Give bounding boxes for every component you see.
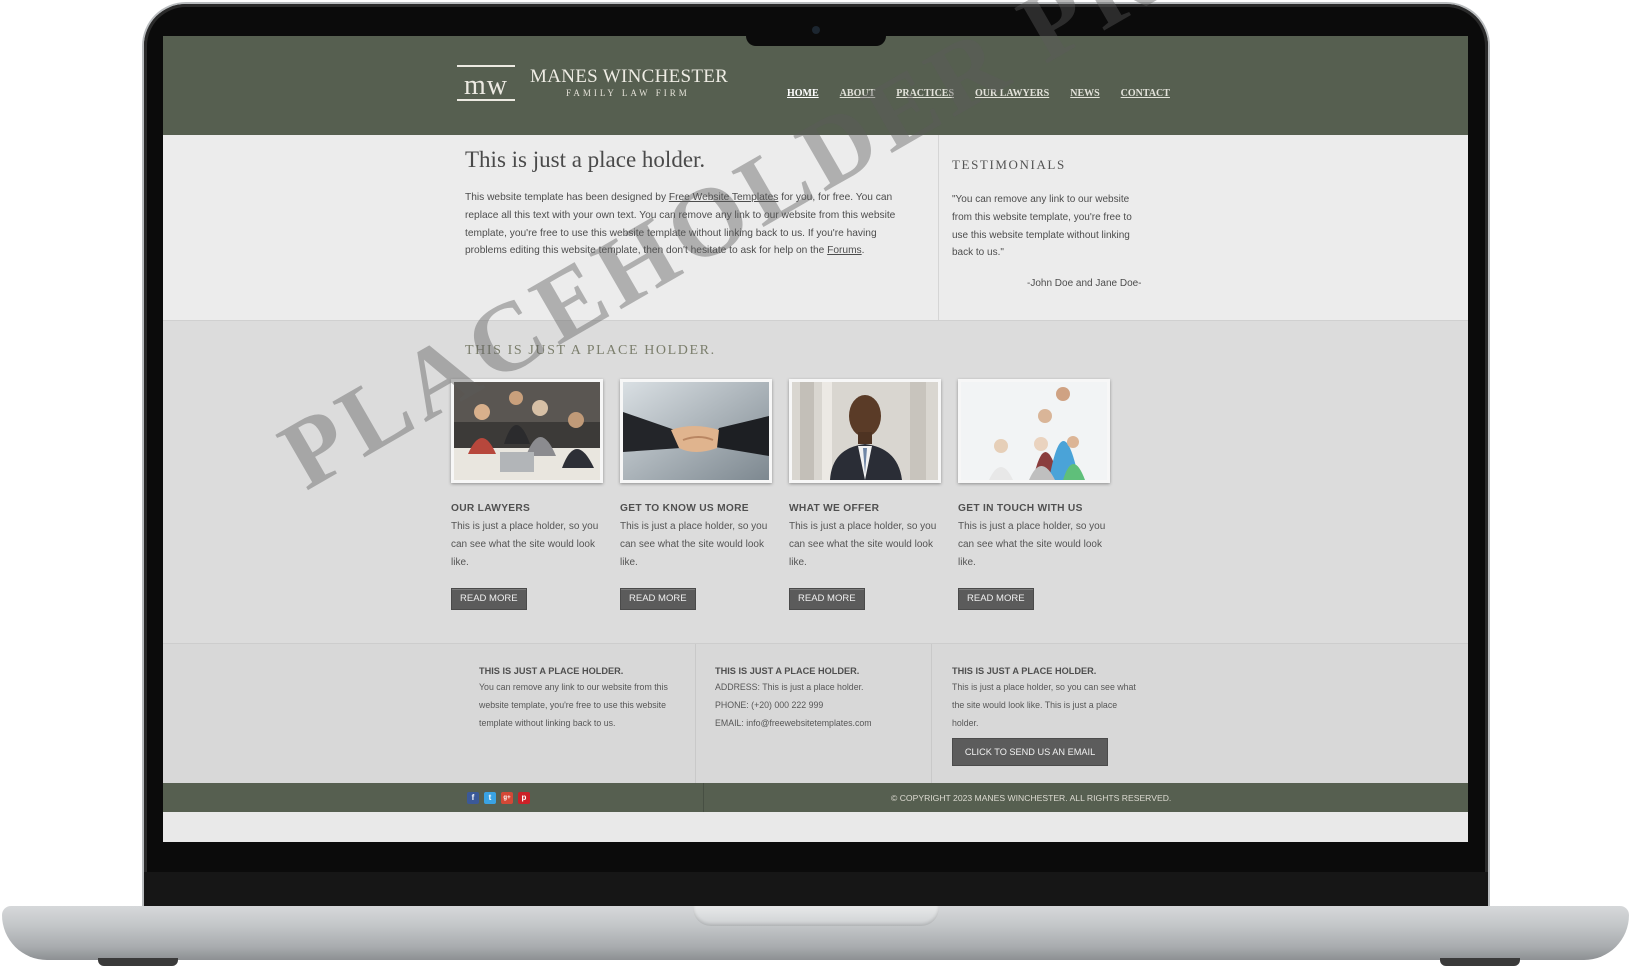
footer-divider xyxy=(703,783,704,812)
nav-about[interactable]: ABOUT xyxy=(840,88,876,99)
pinterest-icon[interactable]: p xyxy=(518,792,530,804)
address-text: ADDRESS: This is just a place holder. xyxy=(715,682,864,692)
intro-title: This is just a place holder. xyxy=(465,147,706,172)
intro-column: This is just a place holder. This websit… xyxy=(465,147,905,260)
lawyer-portrait-photo[interactable] xyxy=(789,379,941,483)
feature-card-get-to-know-us: GET TO KNOW US MORE This is just a place… xyxy=(620,379,772,611)
forums-link[interactable]: Forums xyxy=(827,245,862,256)
card-text: This is just a place holder, so you can … xyxy=(620,521,768,568)
intro-text-part-3: . xyxy=(861,245,865,257)
features-section: THIS IS JUST A PLACE HOLDER. OUR LAWYERS… xyxy=(163,320,1468,644)
laptop-foot-left xyxy=(98,958,178,966)
nav-contact[interactable]: CONTACT xyxy=(1121,88,1170,99)
intro-divider xyxy=(938,135,939,320)
features-heading: THIS IS JUST A PLACE HOLDER. xyxy=(465,343,716,358)
laptop-foot-right xyxy=(1440,958,1520,966)
email-text[interactable]: EMAIL: info@freewebsitetemplates.com xyxy=(715,715,915,733)
phone-text: PHONE: (+20) 000 222 999 xyxy=(715,699,824,710)
read-more-button[interactable]: READ MORE xyxy=(789,588,865,611)
lid-opening-notch xyxy=(693,906,939,926)
testimonials-heading: TESTIMONIALS xyxy=(952,157,1066,172)
nav-practices[interactable]: PRACTICES xyxy=(896,88,954,99)
footer-column-text: You can remove any link to our website f… xyxy=(479,682,668,728)
footer-column-text: This is just a place holder, so you can … xyxy=(952,682,1136,728)
site-footer: f t g+ p © COPYRIGHT 2023 MANES WINCHEST… xyxy=(163,783,1468,812)
footer-column-title: THIS IS JUST A PLACE HOLDER. xyxy=(952,666,1097,676)
card-title: WHAT WE OFFER xyxy=(789,503,880,514)
testimonial-quote: "You can remove any link to our website … xyxy=(952,194,1132,259)
family-photo[interactable] xyxy=(958,379,1110,483)
read-more-button[interactable]: READ MORE xyxy=(958,588,1034,611)
intro-text: This website template has been designed … xyxy=(465,189,905,260)
footer-column-title: THIS IS JUST A PLACE HOLDER. xyxy=(715,666,860,676)
footer-column-title: THIS IS JUST A PLACE HOLDER. xyxy=(479,666,624,676)
free-website-templates-link[interactable]: Free Website Templates xyxy=(669,192,778,203)
card-title: OUR LAWYERS xyxy=(451,503,531,514)
intro-section: This is just a place holder. This websit… xyxy=(163,135,1468,320)
nav-our-lawyers[interactable]: OUR LAWYERS xyxy=(975,88,1049,99)
intro-text-part-1: This website template has been designed … xyxy=(465,192,669,203)
footer-column-about: THIS IS JUST A PLACE HOLDER. You can rem… xyxy=(479,666,679,732)
testimonial-author: -John Doe and Jane Doe- xyxy=(1027,278,1142,290)
screen-bezel xyxy=(144,872,1488,908)
footer-divider xyxy=(931,644,932,794)
card-text: This is just a place holder, so you can … xyxy=(789,521,937,568)
svg-text:mw: mw xyxy=(464,70,508,101)
main-nav: HOME ABOUT PRACTICES OUR LAWYERS NEWS CO… xyxy=(787,88,1170,99)
laptop-screen: mw MANES WINCHESTER FAMILY LAW FIRM HOME… xyxy=(163,36,1468,842)
webcam-icon xyxy=(812,26,820,34)
brand-tagline: FAMILY LAW FIRM xyxy=(566,88,690,98)
send-email-button[interactable]: CLICK TO SEND US AN EMAIL xyxy=(952,738,1108,766)
twitter-icon[interactable]: t xyxy=(484,792,496,804)
card-text: This is just a place holder, so you can … xyxy=(451,521,599,568)
testimonials: TESTIMONIALS "You can remove any link to… xyxy=(952,157,1144,289)
facebook-icon[interactable]: f xyxy=(467,792,479,804)
card-title: GET TO KNOW US MORE xyxy=(620,503,749,514)
handshake-photo[interactable] xyxy=(620,379,772,483)
copyright-text: © COPYRIGHT 2023 MANES WINCHESTER. ALL R… xyxy=(891,793,1172,803)
read-more-button[interactable]: READ MORE xyxy=(451,588,527,611)
meeting-photo[interactable] xyxy=(451,379,603,483)
logo-monogram-icon[interactable]: mw xyxy=(457,64,515,102)
footer-column-email: THIS IS JUST A PLACE HOLDER. This is jus… xyxy=(952,666,1152,732)
feature-card-our-lawyers: OUR LAWYERS This is just a place holder,… xyxy=(451,379,603,611)
nav-news[interactable]: NEWS xyxy=(1070,88,1099,99)
nav-home[interactable]: HOME xyxy=(787,88,819,99)
footer-info-section: THIS IS JUST A PLACE HOLDER. You can rem… xyxy=(163,643,1468,794)
feature-card-get-in-touch: GET IN TOUCH WITH US This is just a plac… xyxy=(958,379,1110,611)
social-links: f t g+ p xyxy=(467,792,530,804)
brand-name[interactable]: MANES WINCHESTER xyxy=(530,66,728,88)
site-header: mw MANES WINCHESTER FAMILY LAW FIRM HOME… xyxy=(163,36,1468,135)
camera-notch xyxy=(746,34,886,46)
read-more-button[interactable]: READ MORE xyxy=(620,588,696,611)
google-plus-icon[interactable]: g+ xyxy=(501,792,513,804)
feature-card-what-we-offer: WHAT WE OFFER This is just a place holde… xyxy=(789,379,941,611)
footer-divider xyxy=(695,644,696,794)
card-title: GET IN TOUCH WITH US xyxy=(958,503,1083,514)
footer-column-contact: THIS IS JUST A PLACE HOLDER. ADDRESS: Th… xyxy=(715,666,915,732)
card-text: This is just a place holder, so you can … xyxy=(958,521,1106,568)
